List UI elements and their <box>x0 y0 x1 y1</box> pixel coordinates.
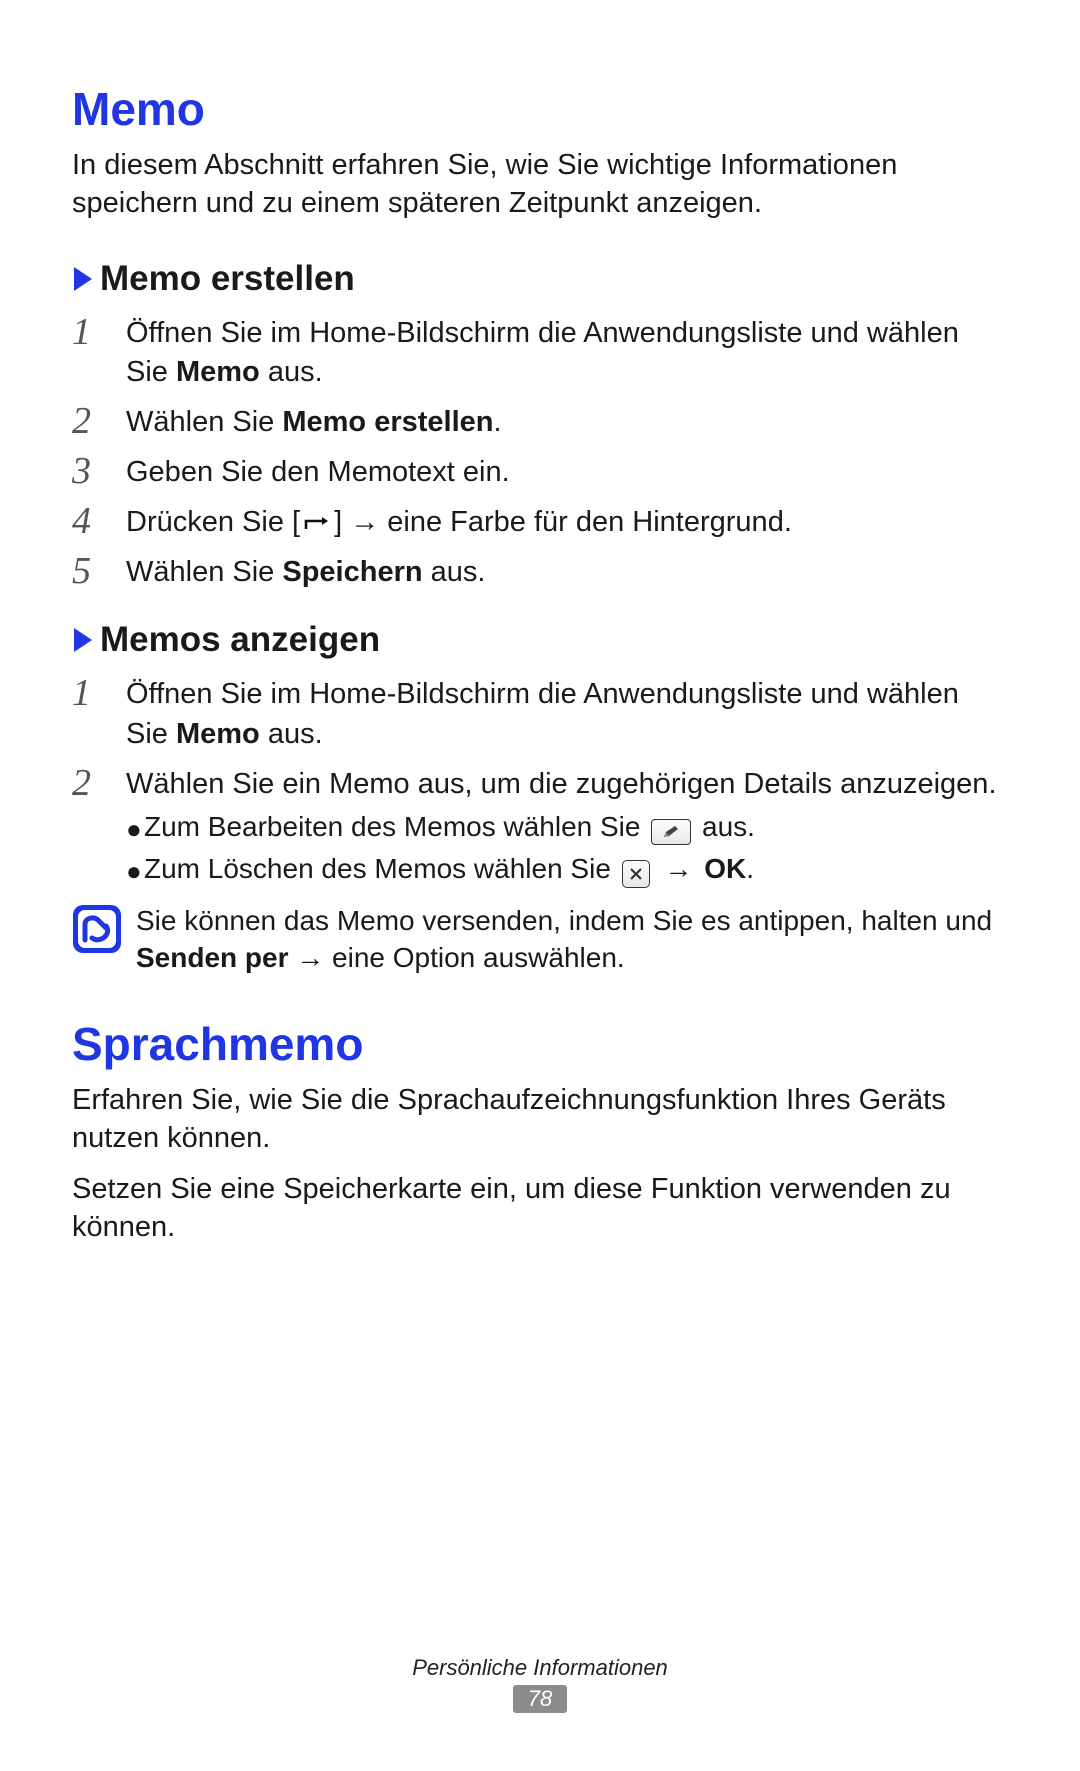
page-footer: Persönliche Informationen 78 <box>0 1655 1080 1713</box>
step: 1 Öffnen Sie im Home-Bildschirm die Anwe… <box>72 672 1008 753</box>
step-number: 2 <box>72 400 126 440</box>
chevron-icon <box>72 265 94 293</box>
subheading-text: Memos anzeigen <box>100 620 380 660</box>
step-number: 1 <box>72 672 126 712</box>
document-page: Memo In diesem Abschnitt erfahren Sie, w… <box>0 0 1080 1771</box>
step-text: Öffnen Sie im Home-Bildschirm die Anwend… <box>126 672 1008 753</box>
step: 1 Öffnen Sie im Home-Bildschirm die Anwe… <box>72 311 1008 392</box>
bullet: ● Zum Löschen des Memos wählen Sie → OK. <box>126 850 997 888</box>
footer-page-number: 78 <box>513 1685 567 1713</box>
note-text: Sie können das Memo versenden, indem Sie… <box>136 902 1008 978</box>
step-text: Geben Sie den Memotext ein. <box>126 450 510 492</box>
chevron-icon <box>72 626 94 654</box>
step-text: Drücken Sie [] → eine Farbe für den Hint… <box>126 500 792 542</box>
step-text: Wählen Sie Speichern aus. <box>126 550 485 592</box>
step-text: Öffnen Sie im Home-Bildschirm die Anwend… <box>126 311 1008 392</box>
step: 4 Drücken Sie [] → eine Farbe für den Hi… <box>72 500 1008 542</box>
subheading-memo-erstellen: Memo erstellen <box>72 259 1008 299</box>
step-text: Wählen Sie Memo erstellen. <box>126 400 502 442</box>
bullet-dot: ● <box>126 853 144 884</box>
intro-text: In diesem Abschnitt erfahren Sie, wie Si… <box>72 146 1008 223</box>
note-icon <box>72 904 122 954</box>
subheading-text: Memo erstellen <box>100 259 355 299</box>
step: 2 Wählen Sie Memo erstellen. <box>72 400 1008 442</box>
step-number: 4 <box>72 500 126 540</box>
step-text: Wählen Sie ein Memo aus, um die zugehöri… <box>126 762 997 892</box>
body-text: Setzen Sie eine Speicherkarte ein, um di… <box>72 1170 1008 1247</box>
footer-chapter: Persönliche Informationen <box>0 1655 1080 1681</box>
step: 2 Wählen Sie ein Memo aus, um die zugehö… <box>72 762 1008 892</box>
back-key-icon <box>302 515 332 535</box>
heading-sprachmemo: Sprachmemo <box>72 1017 1008 1071</box>
step-number: 5 <box>72 550 126 590</box>
step-number: 2 <box>72 762 126 802</box>
step: 3 Geben Sie den Memotext ein. <box>72 450 1008 492</box>
step-number: 1 <box>72 311 126 351</box>
step-number: 3 <box>72 450 126 490</box>
bullet: ● Zum Bearbeiten des Memos wählen Sie au… <box>126 808 997 846</box>
step: 5 Wählen Sie Speichern aus. <box>72 550 1008 592</box>
note-block: Sie können das Memo versenden, indem Sie… <box>72 902 1008 978</box>
subheading-memos-anzeigen: Memos anzeigen <box>72 620 1008 660</box>
body-text: Erfahren Sie, wie Sie die Sprachaufzeich… <box>72 1081 1008 1158</box>
steps-memo-erstellen: 1 Öffnen Sie im Home-Bildschirm die Anwe… <box>72 311 1008 593</box>
edit-pencil-icon <box>651 819 691 845</box>
delete-x-icon <box>622 860 650 888</box>
bullet-dot: ● <box>126 811 144 842</box>
steps-memos-anzeigen: 1 Öffnen Sie im Home-Bildschirm die Anwe… <box>72 672 1008 891</box>
sub-bullets: ● Zum Bearbeiten des Memos wählen Sie au… <box>126 808 997 888</box>
heading-memo: Memo <box>72 82 1008 136</box>
